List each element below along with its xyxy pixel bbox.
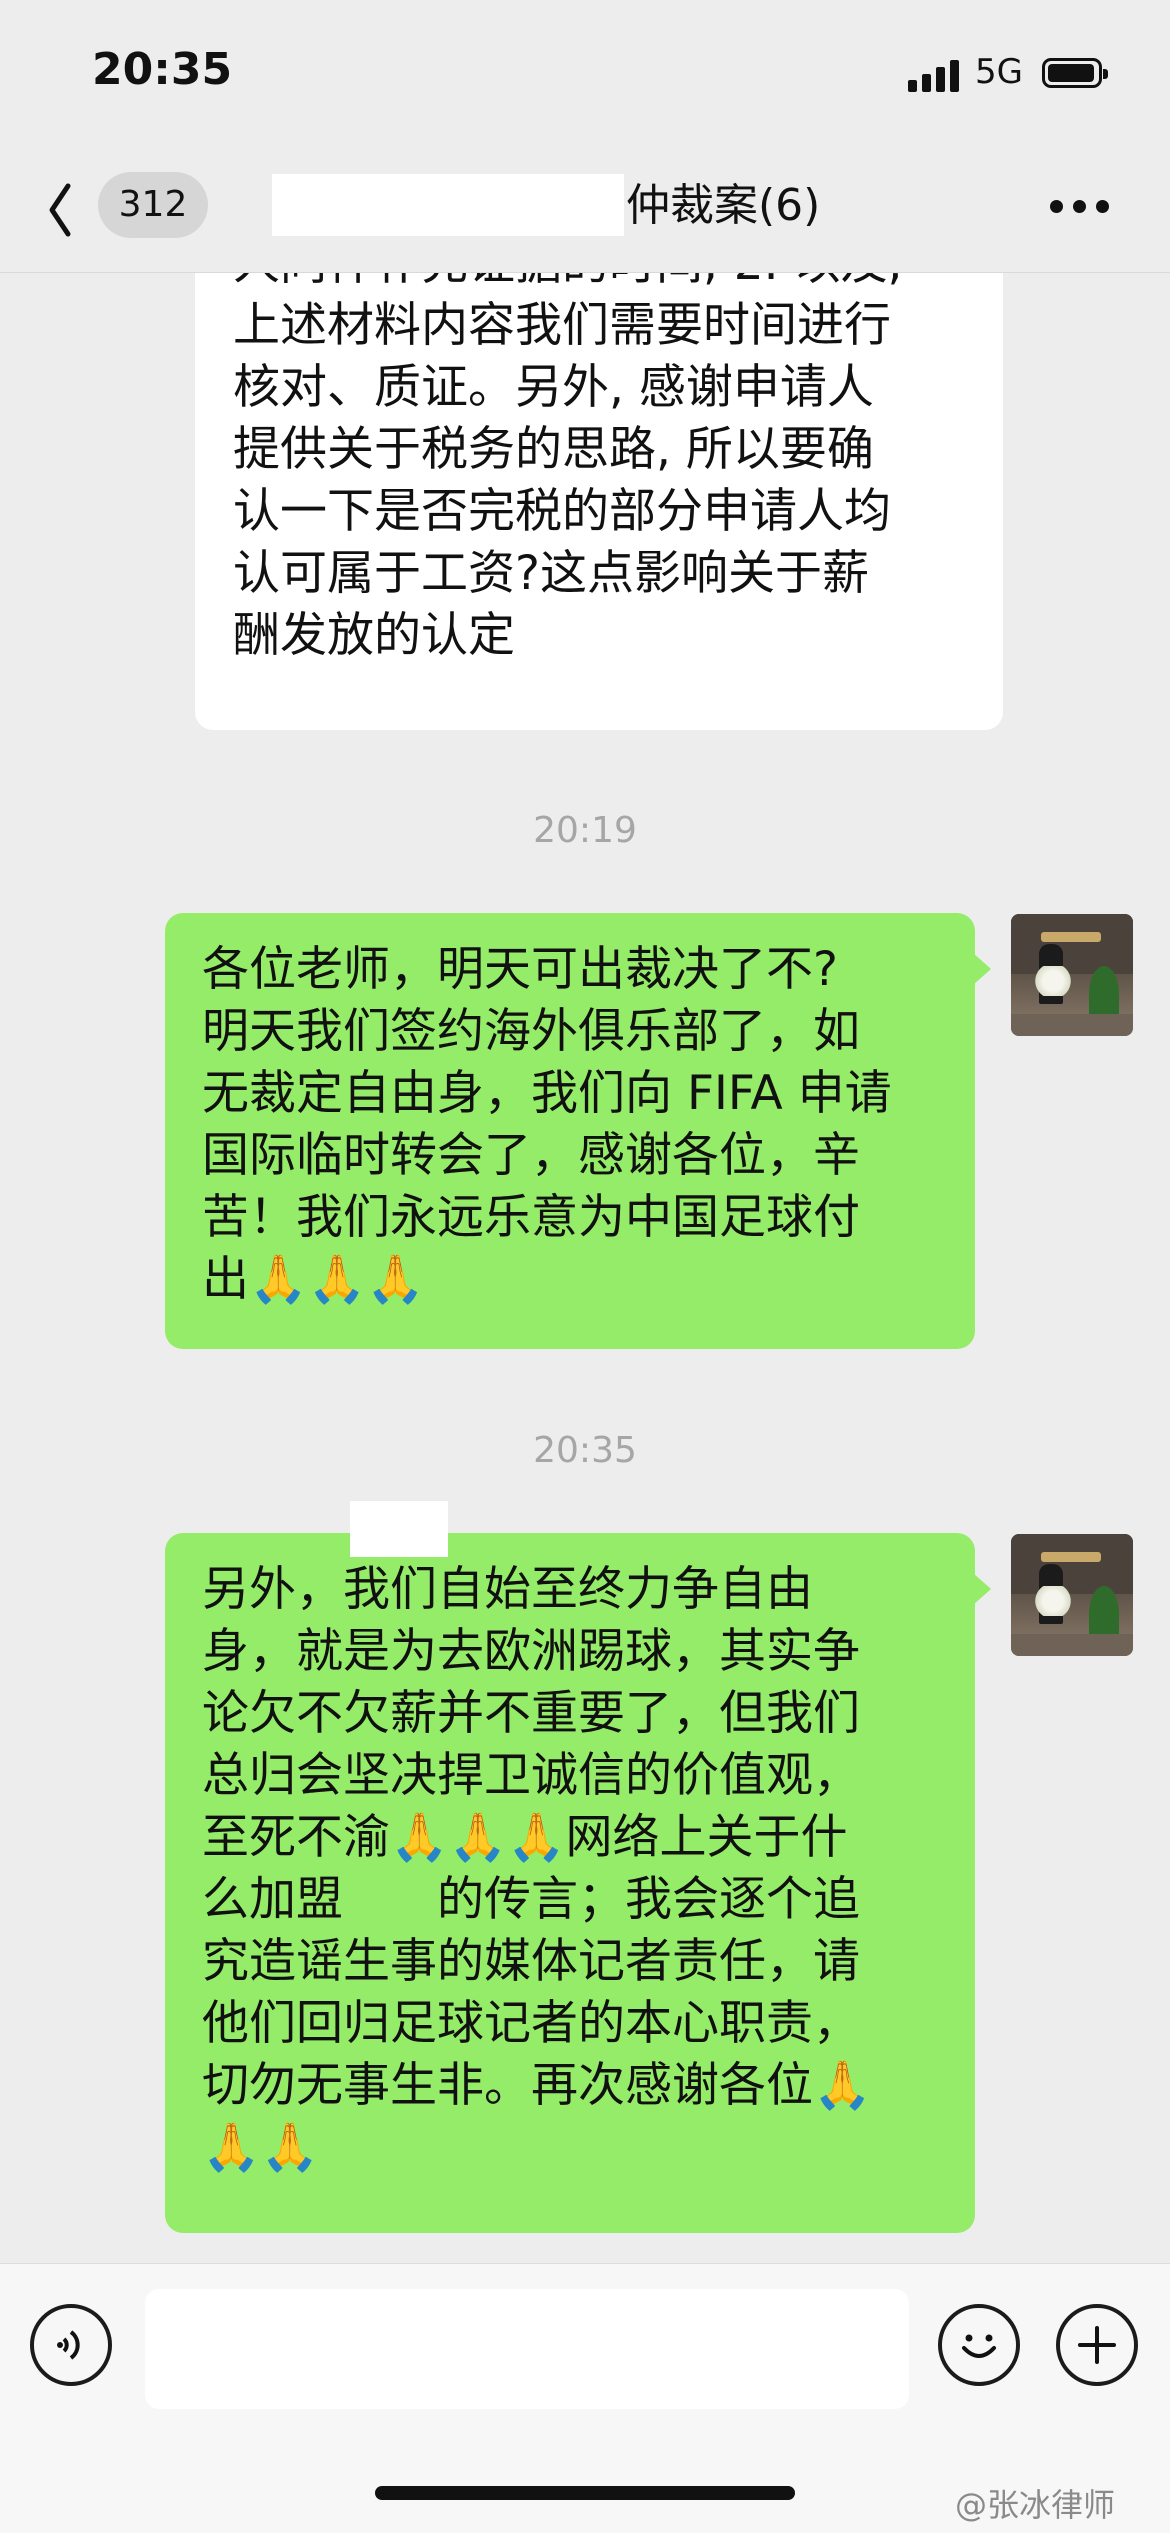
outgoing-message: 另外，我们自始至终力争自由 身，就是为去欧洲踢球，其实争 论欠不欠薪并不重要了，… [165, 1533, 991, 2233]
outgoing-message: 各位老师，明天可出裁决了不? 明天我们签约海外俱乐部了，如 无裁定自由身，我们向… [165, 913, 991, 1349]
avatar[interactable] [1011, 1534, 1133, 1656]
message-input[interactable] [145, 2289, 909, 2409]
home-indicator[interactable] [375, 2486, 795, 2500]
emoji-icon[interactable] [938, 2304, 1020, 2386]
status-time: 20:35 [92, 44, 233, 95]
voice-icon[interactable] [30, 2304, 112, 2386]
incoming-message: 人同样补充证据的时间; 2. 以及, 上述材料内容我们需要时间进行 核对、质证。… [195, 273, 1003, 730]
more-icon[interactable] [1050, 200, 1110, 214]
status-bar: 20:35 5G [0, 0, 1170, 150]
chat-messages[interactable]: 人同样补充证据的时间; 2. 以及, 上述材料内容我们需要时间进行 核对、质证。… [0, 273, 1170, 2263]
plus-icon[interactable] [1056, 2304, 1138, 2386]
message-text: 另外，我们自始至终力争自由 身，就是为去欧洲踢球，其实争 论欠不欠薪并不重要了，… [202, 1562, 872, 2175]
back-icon[interactable] [46, 180, 106, 240]
message-text: 各位老师，明天可出裁决了不? 明天我们签约海外俱乐部了，如 无裁定自由身，我们向… [202, 942, 892, 1307]
timestamp: 20:19 [533, 810, 637, 851]
chat-header: 312 仲裁案(6) [0, 150, 1170, 273]
redacted-title-block [272, 174, 624, 236]
chat-title: 仲裁案(6) [626, 180, 821, 231]
signal-icon [908, 60, 960, 92]
message-text: 人同样补充证据的时间; 2. 以及, 上述材料内容我们需要时间进行 核对、质证。… [233, 273, 903, 663]
redacted-text-block [350, 1501, 448, 1557]
avatar[interactable] [1011, 914, 1133, 1036]
network-type: 5G [975, 52, 1023, 92]
timestamp: 20:35 [533, 1430, 637, 1471]
unread-count-badge[interactable]: 312 [98, 172, 208, 238]
battery-icon [1042, 58, 1108, 88]
watermark: @张冰律师 [955, 2486, 1116, 2524]
